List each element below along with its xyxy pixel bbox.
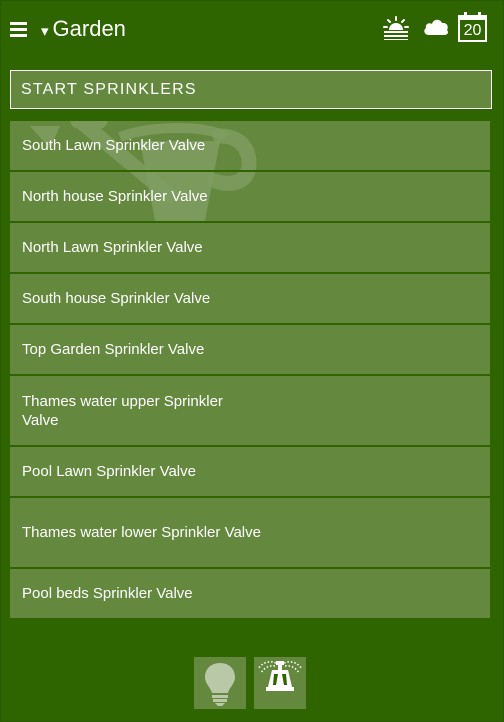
list-item-label: North house Sprinkler Valve: [22, 188, 208, 205]
list-item[interactable]: Thames water lower Sprinkler Valve: [10, 496, 490, 567]
room-selector[interactable]: ▾ Garden: [41, 14, 126, 44]
list-item-label: South house Sprinkler Valve: [22, 290, 211, 307]
list-item[interactable]: South Lawn Sprinkler Valve: [10, 121, 490, 170]
list-item[interactable]: North Lawn Sprinkler Valve: [10, 221, 490, 272]
hamburger-menu-icon[interactable]: [10, 22, 27, 38]
lights-tab-button[interactable]: [194, 657, 246, 709]
valve-list-items: South Lawn Sprinkler Valve North house S…: [10, 121, 490, 618]
list-item-label: Top Garden Sprinkler Valve: [22, 341, 205, 358]
list-item[interactable]: Pool beds Sprinkler Valve: [10, 567, 490, 618]
list-item[interactable]: North house Sprinkler Valve: [10, 170, 490, 221]
list-item-label: North Lawn Sprinkler Valve: [22, 239, 203, 256]
calendar-icon[interactable]: 20: [457, 12, 488, 42]
list-item-label: Pool beds Sprinkler Valve: [22, 585, 193, 602]
valve-list: South Lawn Sprinkler Valve North house S…: [10, 116, 490, 618]
bottom-nav: [194, 657, 306, 709]
page-title: Garden: [52, 16, 126, 41]
list-item[interactable]: Top Garden Sprinkler Valve: [10, 323, 490, 374]
list-item-label: Thames water upper Sprinkler Valve: [22, 392, 223, 429]
dropdown-caret-icon: ▾: [41, 23, 49, 40]
start-sprinklers-button[interactable]: START SPRINKLERS: [10, 70, 492, 109]
sprinkler-icon: [257, 661, 303, 691]
list-item[interactable]: Thames water upper Sprinkler Valve: [10, 374, 490, 445]
list-item-label: Thames water lower Sprinkler Valve: [22, 524, 261, 541]
list-item-label: South Lawn Sprinkler Valve: [22, 137, 206, 154]
lightbulb-icon: [205, 663, 235, 706]
list-item[interactable]: Pool Lawn Sprinkler Valve: [10, 445, 490, 496]
header: ▾ Garden 20: [0, 0, 504, 56]
list-item-label: Pool Lawn Sprinkler Valve: [22, 463, 196, 480]
cloud-icon[interactable]: [422, 16, 450, 36]
sunrise-icon[interactable]: [383, 16, 409, 40]
sprinkler-tab-button[interactable]: [254, 657, 306, 709]
list-item[interactable]: South house Sprinkler Valve: [10, 272, 490, 323]
calendar-day: 20: [463, 22, 482, 39]
